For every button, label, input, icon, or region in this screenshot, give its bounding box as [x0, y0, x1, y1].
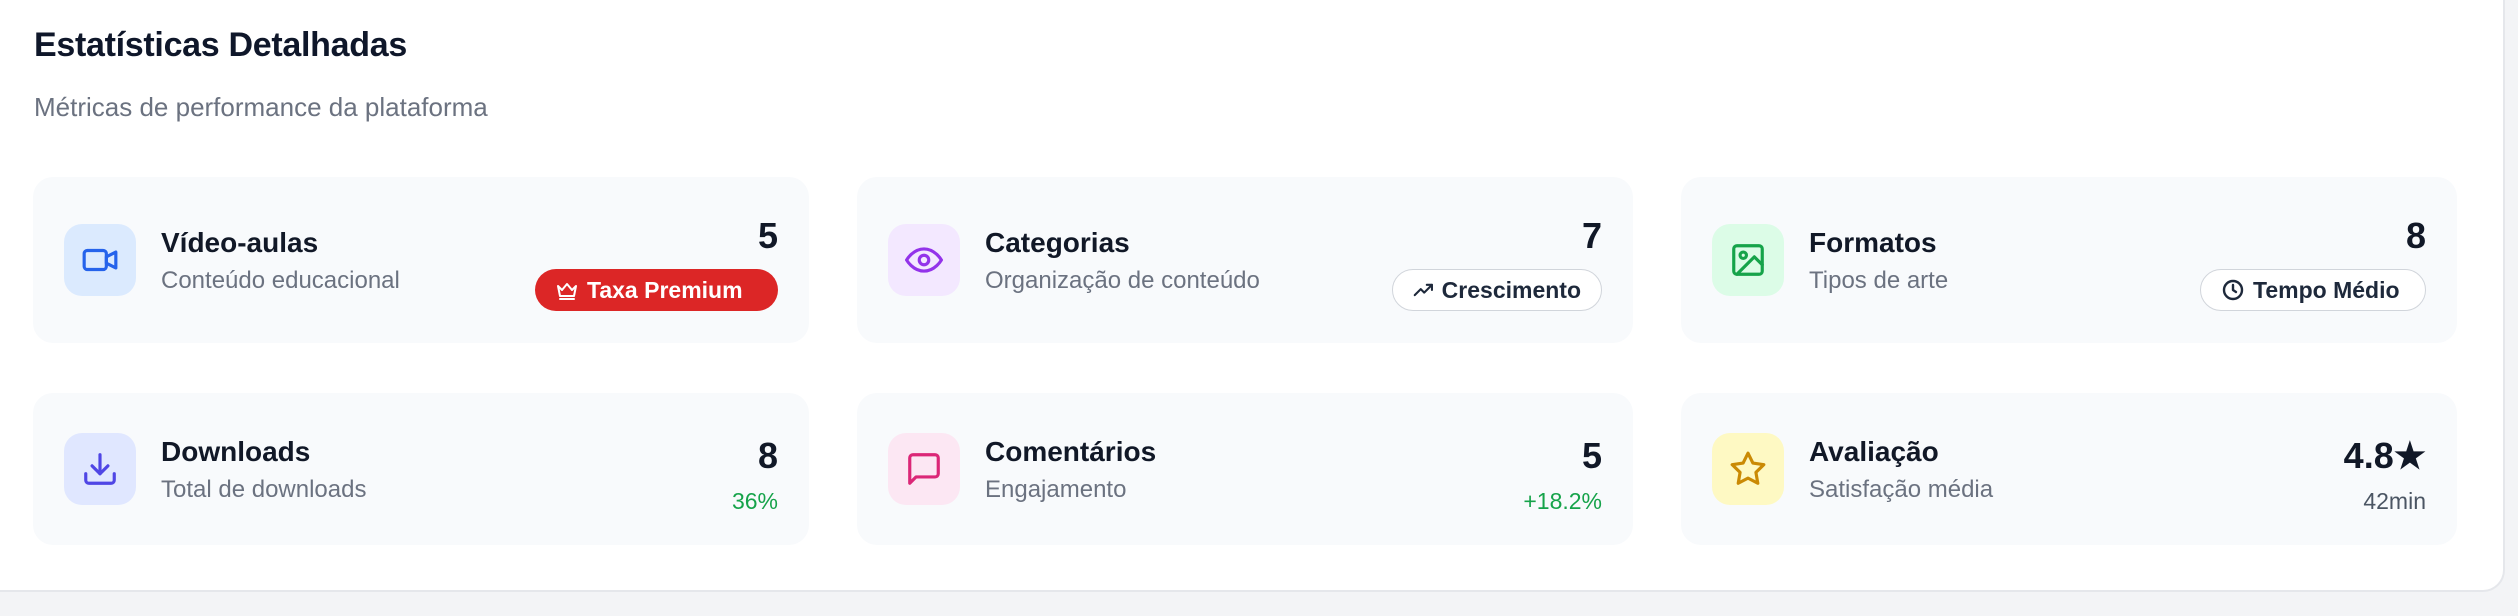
badge-label: Crescimento	[1441, 276, 1581, 303]
panel-subtitle: Métricas de performance da plataforma	[34, 92, 488, 122]
card-value: 5	[757, 215, 778, 256]
card-title: Comentários	[985, 436, 1157, 467]
stat-card-downloads: Downloads Total de downloads 8 36%	[33, 393, 809, 545]
eye-icon	[888, 224, 960, 296]
card-description: Tipos de arte	[1809, 267, 1949, 294]
crown-icon	[557, 283, 577, 300]
download-icon	[64, 433, 136, 505]
growth-badge: Crescimento	[1392, 269, 1602, 311]
card-description: Conteúdo educacional	[161, 267, 400, 294]
stat-card-avaliacao: Avaliação Satisfação média 4.8★ 42min	[1681, 393, 2457, 545]
card-value: 5	[1581, 435, 1602, 476]
average-time-badge: Tempo Médio	[2200, 269, 2426, 311]
badge-label: Tempo Médio	[2253, 276, 2400, 303]
card-change: +18.2%	[1523, 488, 1602, 514]
trending-up-icon	[1413, 283, 1433, 297]
premium-badge: Taxa Premium	[535, 269, 778, 311]
card-title: Vídeo-aulas	[161, 227, 319, 258]
stat-card-comentarios: Comentários Engajamento 5 +18.2%	[857, 393, 1633, 545]
stat-card-categorias: Categorias Organização de conteúdo 7 Cre…	[857, 177, 1633, 343]
card-description: Satisfação média	[1809, 476, 1994, 503]
panel-title: Estatísticas Detalhadas	[34, 26, 407, 64]
clock-icon	[2222, 279, 2244, 301]
card-description: Engajamento	[985, 476, 1127, 503]
card-value: 7	[1581, 215, 1602, 256]
card-description: Organização de conteúdo	[985, 267, 1260, 294]
image-icon	[1712, 224, 1784, 296]
stats-grid: Vídeo-aulas Conteúdo educacional 5 Taxa …	[33, 177, 2457, 545]
message-icon	[888, 433, 960, 505]
card-title: Categorias	[985, 227, 1130, 258]
card-title: Formatos	[1809, 227, 1937, 258]
card-value: 8	[757, 435, 778, 476]
card-value: 4.8★	[2343, 435, 2426, 476]
card-value: 8	[2405, 215, 2426, 256]
statistics-panel: Estatísticas Detalhadas Métricas de perf…	[0, 0, 2505, 592]
star-icon	[1712, 433, 1784, 505]
stat-card-formatos: Formatos Tipos de arte 8 Tempo Médio	[1681, 177, 2457, 343]
video-icon	[64, 224, 136, 296]
card-description: Total de downloads	[161, 476, 367, 503]
card-change: 36%	[731, 488, 778, 514]
badge-label: Taxa Premium	[587, 276, 743, 303]
card-title: Avaliação	[1809, 436, 1939, 467]
stat-card-video-aulas: Vídeo-aulas Conteúdo educacional 5 Taxa …	[33, 177, 809, 343]
card-sub-value: 42min	[2363, 488, 2426, 514]
card-title: Downloads	[161, 436, 311, 467]
